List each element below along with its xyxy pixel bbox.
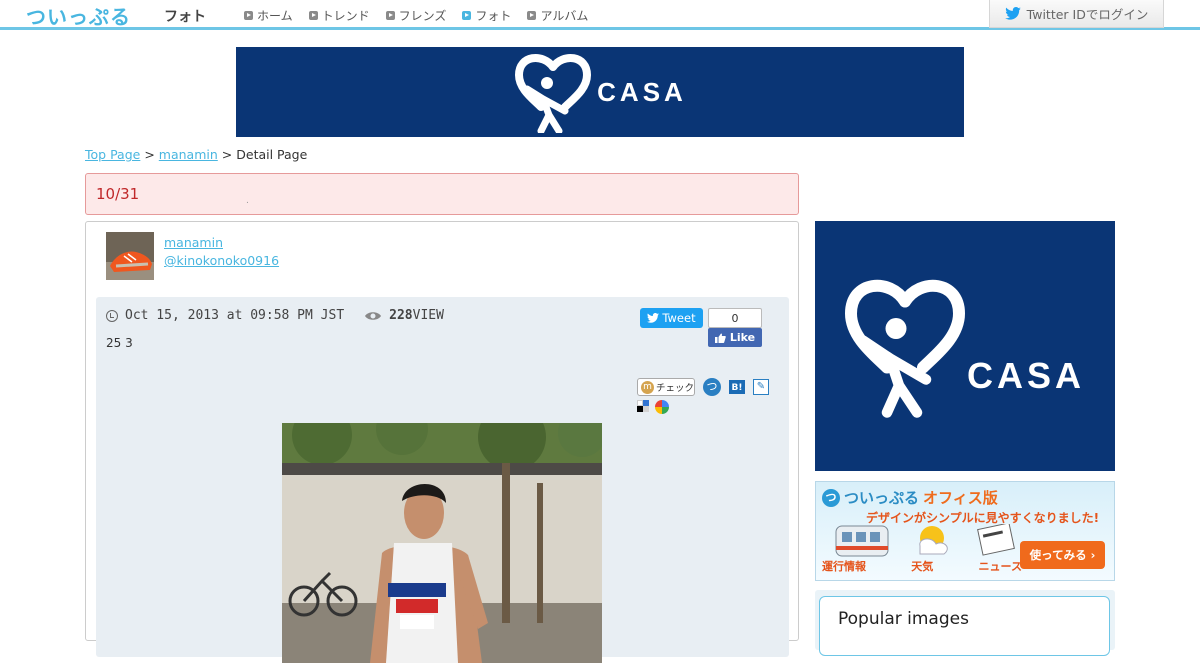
avatar-shoe-image <box>106 232 154 280</box>
nav-item-1[interactable]: トレンド <box>308 7 370 24</box>
twitter-bird-icon <box>1004 7 1021 20</box>
google-bookmark-icon[interactable] <box>655 400 669 414</box>
popular-images-box: Popular images <box>819 596 1110 656</box>
casa-ad-banner-top[interactable]: CASA <box>236 47 964 137</box>
user-name-link[interactable]: manamin <box>164 234 279 252</box>
share-buttons-row-2 <box>637 400 669 414</box>
chevron-right-icon: › <box>1090 548 1096 562</box>
nav-arrow-icon <box>462 11 472 20</box>
photo-title-box: 10/31 . <box>85 173 799 215</box>
breadcrumb-current: Detail Page <box>236 147 308 162</box>
runner-photo-image <box>282 423 602 663</box>
pencil-icon[interactable]: ✎ <box>753 379 769 395</box>
breadcrumb-separator: > <box>221 147 233 162</box>
office-banner-labels: 運行情報 天気 ニュース <box>822 558 1022 574</box>
user-info: manamin @kinokonoko0916 <box>164 234 279 270</box>
view-suffix: VIEW <box>412 308 444 323</box>
hatena-bookmark-button[interactable]: B! <box>729 380 745 394</box>
photo-title-dot: . <box>246 196 249 206</box>
twipple-share-button[interactable]: つ <box>703 378 721 396</box>
breadcrumb-top-link[interactable]: Top Page <box>85 147 140 162</box>
twitter-bird-icon <box>647 313 660 323</box>
twipple-logo-icon: つ <box>822 488 840 507</box>
view-count: 228 <box>389 308 413 323</box>
casa-brand-text: CASA <box>966 355 1085 396</box>
nav-item-label: アルバム <box>540 9 589 23</box>
main-nav: ホーム トレンド フレンズ フォト アルバム <box>244 7 588 24</box>
top-header: ついっぷる フォト ホーム トレンド フレンズ フォト アルバム Twitter IDで… <box>0 0 1200 30</box>
casa-heart-logo-icon <box>515 54 592 133</box>
post-counts: 25 3 <box>106 336 133 350</box>
popular-images-panel: Popular images <box>815 590 1115 656</box>
office-banner-illustrations <box>835 524 1015 557</box>
office-banner-title: つ ついっぷる オフィス版 <box>822 487 998 508</box>
label-train: 運行情報 <box>822 560 866 573</box>
twitter-login-button[interactable]: Twitter IDでログイン <box>989 0 1164 28</box>
nav-arrow-icon <box>308 11 318 20</box>
casa-ad-banner-side[interactable]: CASA <box>815 221 1115 471</box>
like-count: 0 <box>708 308 762 328</box>
site-logo[interactable]: ついっぷる <box>26 1 131 30</box>
casa-heart-logo-icon <box>844 279 965 418</box>
popular-images-title: Popular images <box>838 609 969 629</box>
casa-brand-text: CASA <box>597 76 687 107</box>
facebook-like-widget: 0 Like <box>708 308 762 348</box>
try-it-label: 使ってみる <box>1029 548 1087 562</box>
like-label: Like <box>729 331 756 344</box>
nav-arrow-icon <box>527 11 537 20</box>
nav-item-label: フレンズ <box>398 9 447 23</box>
mixi-label: チェック <box>656 383 695 394</box>
photo-title: 10/31 <box>96 185 140 203</box>
nav-item-3[interactable]: フォト <box>462 7 511 24</box>
nav-item-label: ホーム <box>257 9 293 23</box>
eye-icon <box>365 311 382 320</box>
office-banner-title-main: ついっぷる <box>844 489 920 507</box>
avatar[interactable] <box>106 232 154 280</box>
photo-detail-card: manamin @kinokonoko0916 Oct 15, 2013 at … <box>85 221 799 663</box>
section-title: フォト <box>164 9 206 25</box>
twipple-office-banner[interactable]: つ ついっぷる オフィス版 デザインがシンプルに見やすくなりました! 運行情報 … <box>815 481 1115 581</box>
post-timestamp: Oct 15, 2013 at 09:58 PM JST <box>125 308 345 323</box>
nav-item-label: トレンド <box>321 9 370 23</box>
share-buttons-row: m チェック つ B! ✎ <box>637 378 769 396</box>
mixi-icon: m <box>641 380 654 394</box>
clock-icon <box>106 309 118 322</box>
breadcrumb-user-link[interactable]: manamin <box>159 147 218 162</box>
tweet-label: Tweet <box>662 311 696 325</box>
nav-arrow-icon <box>244 11 253 20</box>
breadcrumb-separator: > <box>144 147 155 162</box>
tweet-button[interactable]: Tweet <box>640 308 703 328</box>
user-handle-link[interactable]: @kinokonoko0916 <box>164 252 279 270</box>
nav-arrow-icon <box>385 11 395 20</box>
try-it-button[interactable]: 使ってみる › <box>1020 541 1105 569</box>
main-photo[interactable] <box>282 423 602 663</box>
nav-item-4[interactable]: アルバム <box>527 7 588 24</box>
nav-item-label: フォト <box>475 9 512 23</box>
post-meta: Oct 15, 2013 at 09:58 PM JST 228 VIEW <box>106 308 444 323</box>
facebook-like-button[interactable]: Like <box>708 328 762 347</box>
nav-item-0[interactable]: ホーム <box>244 7 293 24</box>
post-area: Oct 15, 2013 at 09:58 PM JST 228 VIEW 25… <box>96 297 789 663</box>
label-weather: 天気 <box>911 560 934 573</box>
mixi-check-button[interactable]: m チェック <box>637 378 695 396</box>
delicious-icon[interactable] <box>637 400 649 412</box>
login-label: Twitter IDでログイン <box>1026 7 1149 22</box>
thumbs-up-icon <box>714 333 726 343</box>
breadcrumb: Top Page > manamin > Detail Page <box>85 147 307 162</box>
label-news: ニュース <box>978 560 1022 573</box>
office-banner-title-accent: オフィス版 <box>923 489 998 507</box>
nav-item-2[interactable]: フレンズ <box>385 7 447 24</box>
